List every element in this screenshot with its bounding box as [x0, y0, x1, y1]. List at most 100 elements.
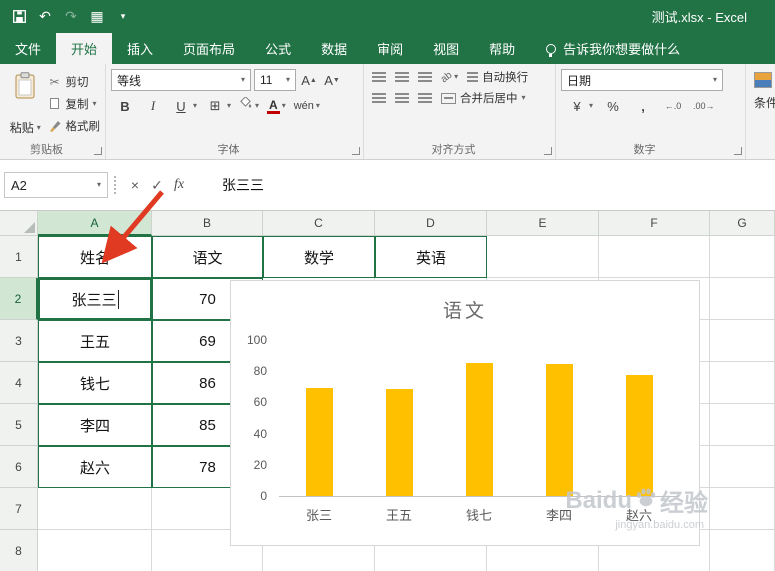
cell-A1[interactable]: 姓名: [38, 236, 152, 278]
decrease-font-size-button[interactable]: A ▼: [322, 70, 342, 90]
enter-button[interactable]: ✓: [146, 173, 168, 197]
undo-icon[interactable]: ↶: [38, 8, 52, 25]
cell-C1[interactable]: 数学: [263, 236, 375, 278]
cut-button[interactable]: ✂ 剪切: [48, 71, 101, 92]
cell-E1[interactable]: [487, 236, 599, 278]
tab-审阅[interactable]: 审阅: [362, 33, 418, 64]
cancel-button[interactable]: ×: [124, 173, 146, 197]
dialog-launcher-icon[interactable]: [352, 147, 360, 155]
tab-数据[interactable]: 数据: [306, 33, 362, 64]
row-header-7[interactable]: 7: [0, 488, 38, 530]
tab-视图[interactable]: 视图: [418, 33, 474, 64]
increase-font-size-button[interactable]: A ▲: [299, 70, 319, 90]
cell-F1[interactable]: [599, 236, 710, 278]
row-header-5[interactable]: 5: [0, 404, 38, 446]
format-painter-button[interactable]: 格式刷: [48, 115, 100, 136]
copy-button[interactable]: 复制 ▾: [48, 93, 101, 114]
touch-mode-icon[interactable]: ▦: [90, 8, 104, 25]
cell-A8[interactable]: [38, 530, 152, 571]
copy-label: 复制: [65, 98, 89, 111]
select-all-corner[interactable]: [0, 211, 38, 236]
cell-A6[interactable]: 赵六: [38, 446, 152, 488]
cell-A4[interactable]: 钱七: [38, 362, 152, 404]
cell-D1[interactable]: 英语: [375, 236, 487, 278]
font-color-button[interactable]: A ▾: [267, 99, 286, 114]
align-top-icon[interactable]: [372, 72, 386, 82]
tab-公式[interactable]: 公式: [250, 33, 306, 64]
tab-文件[interactable]: 文件: [0, 33, 56, 64]
bar-张三[interactable]: [305, 387, 333, 496]
row-header-6[interactable]: 6: [0, 446, 38, 488]
col-header-G[interactable]: G: [710, 211, 775, 236]
align-bottom-icon[interactable]: [418, 72, 432, 82]
col-header-D[interactable]: D: [375, 211, 487, 236]
formula-input[interactable]: 张三三: [190, 175, 775, 195]
phonetic-guide-button[interactable]: wén ▾: [294, 96, 320, 116]
col-header-E[interactable]: E: [487, 211, 599, 236]
chart[interactable]: 语文 0 20 40 60 80 100 张三 王五 钱七 李四 赵六: [230, 280, 700, 546]
cell-G8[interactable]: [710, 530, 775, 571]
bar-赵六[interactable]: [625, 375, 653, 496]
borders-button[interactable]: ⊞ ▾: [205, 96, 231, 116]
cell-G3[interactable]: [710, 320, 775, 362]
font-size-select[interactable]: 11 ▾: [254, 69, 296, 91]
tab-插入[interactable]: 插入: [112, 33, 168, 64]
align-right-icon[interactable]: [418, 93, 432, 103]
col-header-F[interactable]: F: [599, 211, 710, 236]
tab-页面布局[interactable]: 页面布局: [168, 33, 250, 64]
insert-function-button[interactable]: fx: [168, 173, 190, 197]
align-left-icon[interactable]: [372, 93, 386, 103]
row-header-2[interactable]: 2: [0, 278, 38, 320]
row-header-3[interactable]: 3: [0, 320, 38, 362]
wrap-text-button[interactable]: 自动换行: [467, 69, 528, 85]
save-icon[interactable]: [12, 9, 26, 25]
name-box[interactable]: A2 ▾: [4, 172, 108, 198]
col-header-B[interactable]: B: [152, 211, 263, 236]
cell-A2[interactable]: 张三三: [38, 278, 152, 320]
cell-G6[interactable]: [710, 446, 775, 488]
cell-A3[interactable]: 王五: [38, 320, 152, 362]
paste-button[interactable]: 粘贴 ▾: [5, 69, 46, 139]
tab-帮助[interactable]: 帮助: [474, 33, 530, 64]
col-header-A[interactable]: A: [38, 211, 152, 236]
redo-icon[interactable]: ↷: [64, 8, 78, 25]
cell-A5[interactable]: 李四: [38, 404, 152, 446]
customize-qat-icon[interactable]: ▾: [116, 9, 130, 25]
row-header-4[interactable]: 4: [0, 362, 38, 404]
dialog-launcher-icon[interactable]: [94, 147, 102, 155]
cell-B1[interactable]: 语文: [152, 236, 263, 278]
orientation-button[interactable]: ab ▾: [439, 69, 458, 85]
percent-style-button[interactable]: %: [603, 96, 623, 116]
cell-G4[interactable]: [710, 362, 775, 404]
align-center-icon[interactable]: [395, 93, 409, 103]
cell-G2[interactable]: [710, 278, 775, 320]
bold-button[interactable]: B: [115, 96, 135, 116]
formula-bar-splitter[interactable]: [114, 176, 118, 194]
bar-王五[interactable]: [385, 389, 413, 496]
tell-me[interactable]: 告诉我你想要做什么: [546, 33, 680, 64]
dialog-launcher-icon[interactable]: [734, 147, 742, 155]
bar-钱七[interactable]: [465, 362, 493, 496]
cell-G7[interactable]: [710, 488, 775, 530]
font-name-select[interactable]: 等线 ▾: [111, 69, 251, 91]
conditional-formatting-button[interactable]: 条件: [751, 69, 775, 111]
comma-style-button[interactable]: ,: [633, 96, 653, 116]
fill-color-button[interactable]: ▾: [239, 96, 259, 115]
number-format-select[interactable]: 日期 ▾: [561, 69, 723, 91]
cell-G1[interactable]: [710, 236, 775, 278]
merge-center-button[interactable]: 合并后居中 ▾: [441, 90, 526, 106]
align-middle-icon[interactable]: [395, 72, 409, 82]
cell-A7[interactable]: [38, 488, 152, 530]
italic-button[interactable]: I: [143, 96, 163, 116]
increase-decimal-button[interactable]: ←.0: [663, 96, 683, 116]
row-header-8[interactable]: 8: [0, 530, 38, 571]
dialog-launcher-icon[interactable]: [544, 147, 552, 155]
row-header-1[interactable]: 1: [0, 236, 38, 278]
cell-G5[interactable]: [710, 404, 775, 446]
col-header-C[interactable]: C: [263, 211, 375, 236]
underline-button[interactable]: U ▾: [171, 96, 197, 116]
bar-李四[interactable]: [545, 364, 573, 496]
accounting-format-button[interactable]: ¥ ▾: [567, 96, 593, 116]
decrease-decimal-button[interactable]: .00→: [693, 96, 715, 116]
tab-开始[interactable]: 开始: [56, 33, 113, 64]
